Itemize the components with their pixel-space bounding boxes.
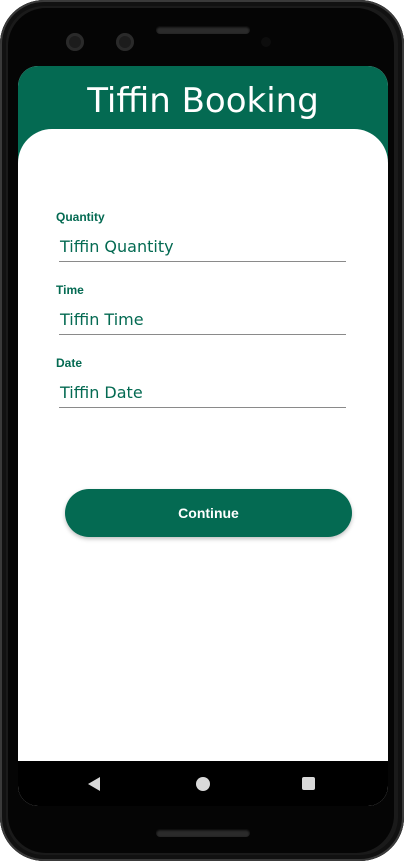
page-title: Tiffin Booking bbox=[87, 81, 319, 121]
earpiece-speaker bbox=[156, 26, 250, 34]
quantity-input[interactable]: Tiffin Quantity bbox=[59, 232, 346, 262]
phone-frame: Tiffin Booking Quantity Tiffin Quantity … bbox=[0, 0, 406, 863]
date-label: Date bbox=[56, 356, 83, 370]
proximity-sensor bbox=[261, 37, 271, 47]
home-circle-icon[interactable] bbox=[196, 777, 210, 791]
booking-form-card: Quantity Tiffin Quantity Time Tiffin Tim… bbox=[18, 129, 388, 769]
front-camera-icon bbox=[116, 33, 134, 51]
quantity-label: Quantity bbox=[56, 210, 105, 224]
app-screen: Tiffin Booking Quantity Tiffin Quantity … bbox=[18, 66, 388, 806]
continue-button[interactable]: Continue bbox=[65, 489, 352, 537]
time-label: Time bbox=[56, 283, 84, 297]
recents-square-icon[interactable] bbox=[302, 777, 315, 790]
bottom-speaker bbox=[156, 829, 250, 837]
time-input[interactable]: Tiffin Time bbox=[59, 305, 346, 335]
system-navigation-bar bbox=[18, 761, 388, 806]
back-triangle-icon[interactable] bbox=[88, 777, 100, 791]
date-input[interactable]: Tiffin Date bbox=[59, 378, 346, 408]
front-camera-icon bbox=[66, 33, 84, 51]
